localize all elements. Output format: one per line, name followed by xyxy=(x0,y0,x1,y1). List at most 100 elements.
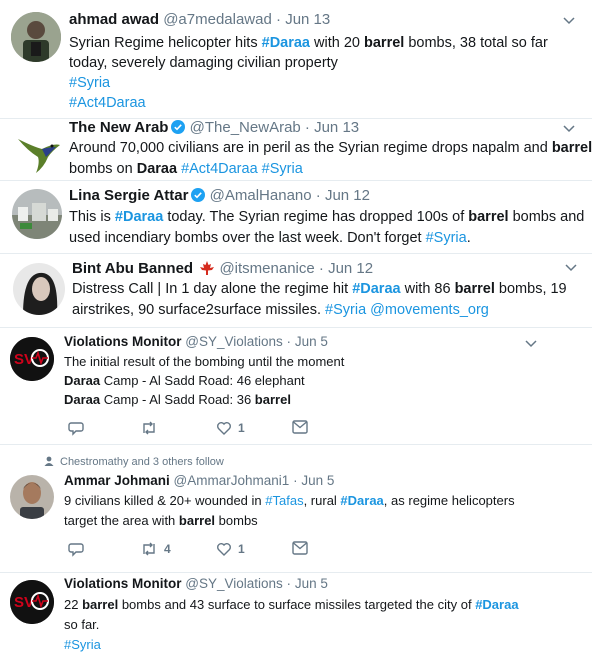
bold-term: barrel xyxy=(364,35,405,51)
tweet-date[interactable]: Jun 13 xyxy=(314,119,359,136)
bold-term: barrel xyxy=(82,597,119,612)
direct-message-button[interactable] xyxy=(292,541,308,555)
violations-monitor-logo-icon: SV xyxy=(10,337,54,381)
avatar[interactable]: SV xyxy=(10,337,54,381)
chevron-down-icon[interactable] xyxy=(563,125,575,133)
author-name[interactable]: ahmad awad xyxy=(69,11,159,28)
retweet-button[interactable]: 4 xyxy=(140,541,171,557)
author-handle[interactable]: @a7medalawad xyxy=(163,11,272,28)
link[interactable]: #Act4Daraa xyxy=(69,95,146,111)
chevron-down-icon[interactable] xyxy=(563,17,575,25)
link[interactable]: #Syria xyxy=(69,75,110,91)
tweet-header: The New Arab @The_NewArab · Jun 13 xyxy=(69,119,360,136)
avatar[interactable] xyxy=(10,475,54,519)
link[interactable]: #Tafas xyxy=(265,493,303,508)
tweet-text-line: Syrian Regime helicopter hits #Daraa wit… xyxy=(69,33,548,53)
tweet-date[interactable]: Jun 13 xyxy=(285,11,330,28)
text-span: so far. xyxy=(64,617,100,632)
link[interactable]: @movements_org xyxy=(370,302,489,318)
logo-letters: SV xyxy=(14,351,34,368)
link[interactable]: #Act4Daraa xyxy=(181,161,258,177)
link[interactable]: #Syria xyxy=(64,637,101,652)
tweet-date[interactable]: Jun 12 xyxy=(328,260,373,277)
text-span: bombs and 43 surface to surface missiles… xyxy=(118,597,476,612)
retweet-icon xyxy=(143,421,155,435)
author-handle[interactable]: @The_NewArab xyxy=(190,119,301,136)
hashtag-link[interactable]: #Daraa xyxy=(352,281,400,297)
tweet-header: Bint Abu Banned @itsmenanice · Jun 12 xyxy=(72,260,374,277)
author-name[interactable]: Violations Monitor xyxy=(64,334,182,349)
envelope-icon xyxy=(292,541,308,555)
tweet[interactable]: SV Violations Monitor @SY_Violations · J… xyxy=(0,573,592,656)
reply-button[interactable] xyxy=(68,420,84,436)
tweet-header: ahmad awad @a7medalawad · Jun 13 xyxy=(69,11,331,28)
heart-icon xyxy=(217,543,231,556)
chevron-down-icon[interactable] xyxy=(525,340,537,348)
reply-button[interactable] xyxy=(68,541,84,557)
retweet-button[interactable] xyxy=(140,420,164,436)
tweet-date[interactable]: Jun 5 xyxy=(295,576,328,591)
link[interactable]: #Syria xyxy=(426,230,467,246)
tweet-header: Ammar Johmani @AmmarJohmani1 · Jun 5 xyxy=(64,473,335,488)
author-handle[interactable]: @AmmarJohmani1 xyxy=(174,473,290,488)
tweet[interactable]: SV Violations Monitor @SY_Violations · J… xyxy=(0,328,592,443)
author-name[interactable]: Ammar Johmani xyxy=(64,473,170,488)
author-handle[interactable]: @AmalHanano xyxy=(210,187,312,204)
text-span: used incendiary bombs over the last week… xyxy=(69,230,426,246)
heart-icon xyxy=(217,422,231,435)
author-name[interactable]: Lina Sergie Attar xyxy=(69,187,188,204)
tweet[interactable]: Chestromathy and 3 others follow Ammar J… xyxy=(0,445,592,571)
text-span: Camp - Al Sadd Road: 36 xyxy=(100,392,255,407)
tweet[interactable]: ahmad awad @a7medalawad · Jun 13 Syrian … xyxy=(0,0,592,118)
retweet-count: 4 xyxy=(164,542,171,556)
hashtag-link[interactable]: #Daraa xyxy=(340,493,383,508)
maple-leaf-icon xyxy=(200,261,215,275)
hashtag-link[interactable]: #Daraa xyxy=(262,35,310,51)
text-span: bombs xyxy=(215,513,258,528)
tweet-date[interactable]: Jun 12 xyxy=(325,187,370,204)
bold-term: barrel xyxy=(551,140,592,156)
author-handle[interactable]: @itsmenanice xyxy=(219,260,314,277)
like-count: 1 xyxy=(238,421,245,435)
tweet[interactable]: Bint Abu Banned @itsmenanice · Jun 12 Di… xyxy=(0,254,592,327)
hashtag-link[interactable]: #Daraa xyxy=(115,209,163,225)
link[interactable]: #Syria xyxy=(262,161,303,177)
tweet-header: Violations Monitor @SY_Violations · Jun … xyxy=(64,334,328,349)
text-span: Around 70,000 civilians are in peril as … xyxy=(69,140,552,156)
hashtag-link[interactable]: #Daraa xyxy=(475,597,518,612)
bird-logo-icon xyxy=(18,139,60,173)
tweet[interactable]: Lina Sergie Attar @AmalHanano · Jun 12 T… xyxy=(0,181,592,253)
author-name[interactable]: The New Arab xyxy=(69,119,168,136)
person-icon xyxy=(44,456,54,466)
link[interactable]: #Syria xyxy=(325,302,366,318)
avatar[interactable]: SV xyxy=(10,580,54,624)
author-handle[interactable]: @SY_Violations xyxy=(185,576,283,591)
text-span: Camp - Al Sadd Road: 46 elephant xyxy=(100,373,305,388)
bold-term: barrel xyxy=(178,513,216,528)
tweet-text-line: bombs on Daraa #Act4Daraa #Syria xyxy=(69,159,592,180)
avatar[interactable] xyxy=(12,127,62,177)
avatar[interactable] xyxy=(11,12,61,62)
tweet-date[interactable]: Jun 5 xyxy=(301,473,334,488)
avatar[interactable] xyxy=(12,189,62,239)
text-span: Distress Call | In 1 day alone the regim… xyxy=(72,281,353,297)
tweet[interactable]: The New Arab @The_NewArab · Jun 13 Aroun… xyxy=(0,119,592,179)
tweet-text: This is #Daraa today. The Syrian regime … xyxy=(69,207,584,249)
tweet-text: 22 barrel bombs and 43 surface to surfac… xyxy=(64,595,519,655)
text-span: 22 xyxy=(64,597,83,612)
direct-message-button[interactable] xyxy=(292,420,308,434)
verified-badge-icon xyxy=(171,120,186,134)
author-name[interactable]: Bint Abu Banned xyxy=(72,260,193,277)
author-handle[interactable]: @SY_Violations xyxy=(185,334,283,349)
tweet-date[interactable]: Jun 5 xyxy=(295,334,328,349)
chevron-down-icon[interactable] xyxy=(565,264,577,272)
person-photo-icon xyxy=(13,263,65,315)
tweet-text-line: The initial result of the bombing until … xyxy=(64,352,344,371)
like-button[interactable]: 1 xyxy=(216,420,245,436)
tweet-text-line: #Syria xyxy=(64,635,519,655)
text-span: with 20 xyxy=(310,35,364,51)
text-span: airstrikes, 90 surface2surface missiles. xyxy=(72,302,326,318)
avatar[interactable] xyxy=(13,263,65,315)
like-button[interactable]: 1 xyxy=(216,541,245,557)
author-name[interactable]: Violations Monitor xyxy=(64,576,182,591)
